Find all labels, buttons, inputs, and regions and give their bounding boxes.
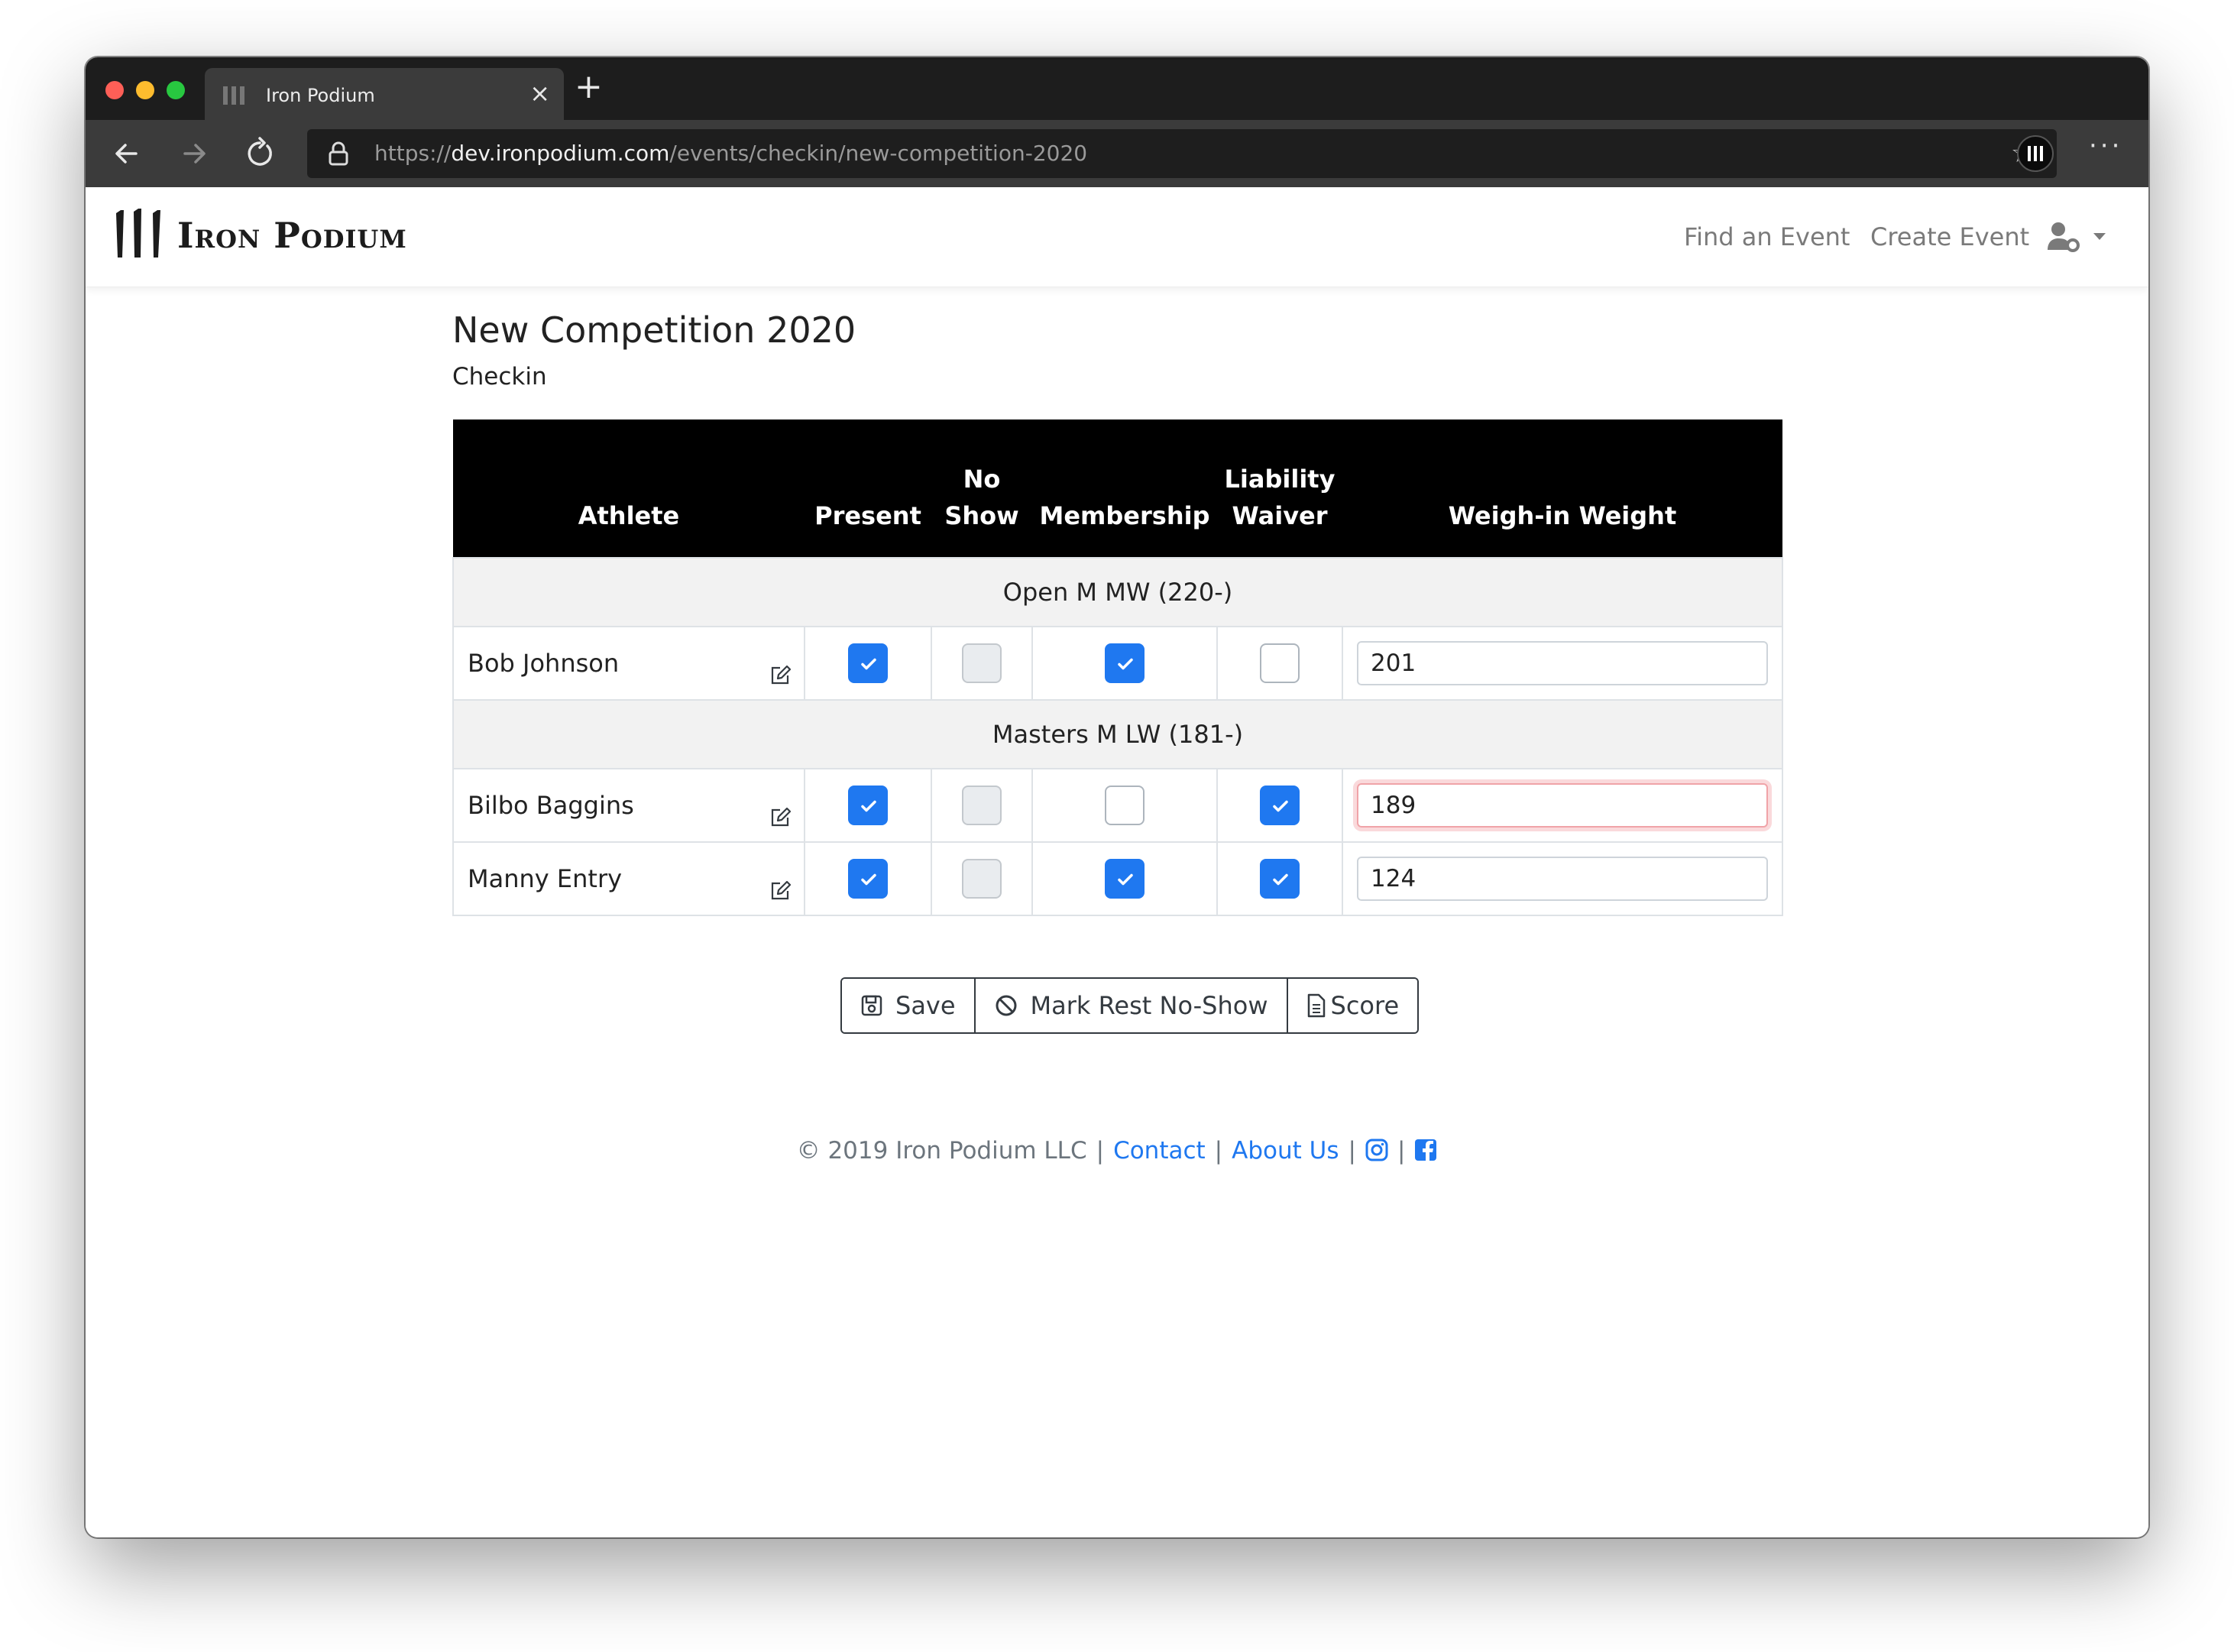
copyright-text: © 2019 Iron Podium LLC bbox=[796, 1137, 1087, 1164]
brand-name: Iron Podium bbox=[177, 215, 407, 256]
liability-waiver-cell bbox=[1216, 626, 1343, 701]
header-weigh-in-weight: Weigh-in Weight bbox=[1342, 419, 1782, 558]
browser-tab-bar: Iron Podium × + bbox=[86, 57, 2148, 120]
instagram-icon[interactable] bbox=[1365, 1139, 1388, 1161]
athlete-row: Bob Johnson bbox=[452, 626, 1783, 701]
membership-checkbox[interactable] bbox=[1105, 859, 1145, 899]
site-navbar: Iron Podium Find an Event Create Event bbox=[86, 187, 2148, 287]
no-show-cell bbox=[931, 626, 1033, 701]
division-row: Open M MW (220-) bbox=[452, 557, 1783, 627]
membership-checkbox[interactable] bbox=[1105, 643, 1145, 683]
division-label: Masters M LW (181-) bbox=[452, 699, 1783, 769]
athlete-name: Manny Entry bbox=[468, 864, 623, 893]
browser-toolbar: https://dev.ironpodium.com/events/checki… bbox=[86, 120, 2148, 187]
page-subtitle: Checkin bbox=[452, 363, 547, 390]
no-show-checkbox bbox=[962, 643, 1002, 683]
browser-window: Iron Podium × + https://dev.ironpodium.c… bbox=[86, 57, 2148, 1537]
athlete-row: Bilbo Baggins bbox=[452, 768, 1783, 843]
site-footer: © 2019 Iron Podium LLC | Contact | About Us |… bbox=[86, 1137, 2148, 1164]
division-label: Open M MW (220-) bbox=[452, 557, 1783, 627]
contact-link[interactable]: Contact bbox=[1113, 1137, 1206, 1164]
header-no-show: No Show bbox=[931, 419, 1032, 558]
header-liability-waiver: Liability Waiver bbox=[1217, 419, 1342, 558]
browser-tab[interactable]: Iron Podium × bbox=[205, 68, 564, 120]
document-icon bbox=[1307, 993, 1325, 1018]
membership-cell bbox=[1031, 768, 1218, 843]
present-cell bbox=[804, 768, 932, 843]
close-tab-icon[interactable]: × bbox=[529, 79, 550, 108]
athlete-row: Manny Entry bbox=[452, 841, 1783, 916]
score-button[interactable]: Score bbox=[1287, 979, 1418, 1032]
forward-icon[interactable] bbox=[176, 135, 212, 172]
iron-podium-logo-icon bbox=[116, 209, 160, 258]
present-checkbox[interactable] bbox=[848, 786, 888, 825]
new-tab-icon[interactable]: + bbox=[575, 68, 603, 106]
header-present: Present bbox=[805, 419, 931, 558]
header-athlete: Athlete bbox=[453, 419, 805, 558]
nav-create-event[interactable]: Create Event bbox=[1870, 222, 2029, 251]
present-cell bbox=[804, 841, 932, 916]
web-page: Iron Podium Find an Event Create Event N… bbox=[86, 187, 2148, 1537]
checkin-table: Athlete Present No Show Membership Liabil… bbox=[452, 419, 1783, 916]
tab-title: Iron Podium bbox=[266, 85, 375, 106]
facebook-icon[interactable] bbox=[1414, 1139, 1437, 1161]
no-show-cell bbox=[931, 768, 1033, 843]
header-membership: Membership bbox=[1032, 419, 1217, 558]
present-checkbox[interactable] bbox=[848, 643, 888, 683]
division-row: Masters M LW (181-) bbox=[452, 699, 1783, 769]
weight-cell bbox=[1342, 626, 1783, 701]
membership-cell bbox=[1031, 626, 1218, 701]
athlete-cell: Manny Entry bbox=[452, 841, 805, 916]
no-show-checkbox bbox=[962, 859, 1002, 899]
no-show-cell bbox=[931, 841, 1033, 916]
weigh-in-weight-input[interactable] bbox=[1357, 641, 1768, 685]
liability-waiver-checkbox[interactable] bbox=[1260, 786, 1300, 825]
edit-icon[interactable] bbox=[769, 879, 792, 902]
weight-cell bbox=[1342, 768, 1783, 843]
weight-cell bbox=[1342, 841, 1783, 916]
about-us-link[interactable]: About Us bbox=[1232, 1137, 1339, 1164]
edit-icon[interactable] bbox=[769, 806, 792, 829]
liability-waiver-cell bbox=[1216, 768, 1343, 843]
user-cog-icon[interactable] bbox=[2048, 221, 2118, 253]
liability-waiver-checkbox[interactable] bbox=[1260, 859, 1300, 899]
action-button-group: Save Mark Rest No-Show Score bbox=[840, 977, 1420, 1034]
table-header-row: Athlete Present No Show Membership Liabil… bbox=[453, 419, 1782, 558]
url-text: https://dev.ironpodium.com/events/checki… bbox=[374, 141, 1088, 166]
no-show-checkbox bbox=[962, 786, 1002, 825]
save-icon bbox=[861, 995, 882, 1016]
score-label: Score bbox=[1330, 991, 1400, 1020]
athlete-cell: Bob Johnson bbox=[452, 626, 805, 701]
athlete-cell: Bilbo Baggins bbox=[452, 768, 805, 843]
present-cell bbox=[804, 626, 932, 701]
weigh-in-weight-input[interactable] bbox=[1357, 783, 1768, 828]
maximize-window-button[interactable] bbox=[167, 81, 185, 99]
iron-podium-extension-icon[interactable] bbox=[2017, 135, 2054, 172]
save-button[interactable]: Save bbox=[842, 979, 976, 1032]
athlete-name: Bob Johnson bbox=[468, 649, 620, 678]
save-label: Save bbox=[895, 991, 956, 1020]
mark-rest-no-show-button[interactable]: Mark Rest No-Show bbox=[975, 979, 1288, 1032]
nav-find-event[interactable]: Find an Event bbox=[1684, 222, 1850, 251]
present-checkbox[interactable] bbox=[848, 859, 888, 899]
ban-icon bbox=[996, 995, 1017, 1016]
reload-icon[interactable] bbox=[241, 135, 278, 172]
more-options-icon[interactable]: ··· bbox=[2089, 131, 2122, 161]
liability-waiver-cell bbox=[1216, 841, 1343, 916]
iron-podium-favicon-icon bbox=[223, 86, 244, 105]
close-window-button[interactable] bbox=[105, 81, 124, 99]
address-bar[interactable]: https://dev.ironpodium.com/events/checki… bbox=[307, 129, 2057, 178]
page-title: New Competition 2020 bbox=[452, 309, 856, 351]
back-icon[interactable] bbox=[108, 135, 145, 172]
membership-cell bbox=[1031, 841, 1218, 916]
minimize-window-button[interactable] bbox=[136, 81, 154, 99]
athlete-name: Bilbo Baggins bbox=[468, 791, 634, 820]
mark-rest-no-show-label: Mark Rest No-Show bbox=[1030, 991, 1268, 1020]
weigh-in-weight-input[interactable] bbox=[1357, 857, 1768, 901]
membership-checkbox[interactable] bbox=[1105, 786, 1145, 825]
edit-icon[interactable] bbox=[769, 664, 792, 687]
liability-waiver-checkbox[interactable] bbox=[1260, 643, 1300, 683]
lock-icon bbox=[329, 141, 348, 166]
